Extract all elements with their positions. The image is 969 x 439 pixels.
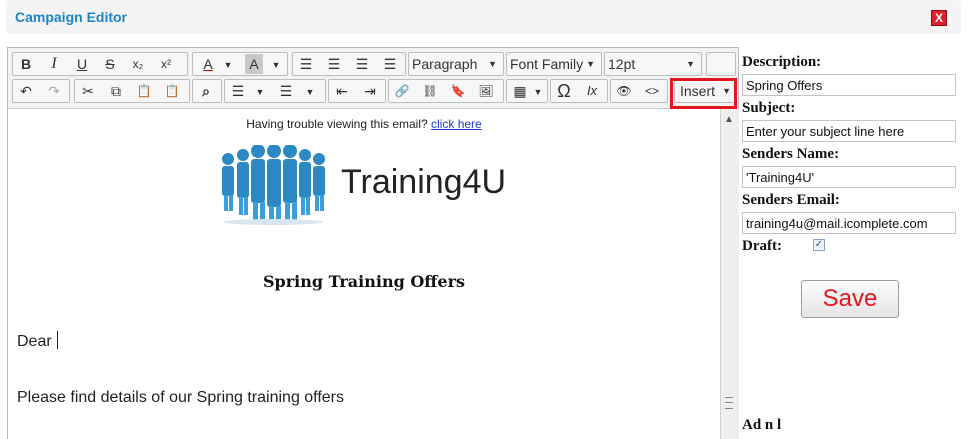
email-headline: Spring Training Offers	[262, 272, 466, 291]
undo-icon[interactable]: ↶	[15, 81, 37, 101]
greeting-line: Dear	[17, 331, 58, 351]
table-caret-icon[interactable]: ▼	[527, 81, 549, 101]
redo-icon[interactable]: ↷	[43, 81, 65, 101]
history-group: ↶ ↷	[12, 79, 70, 103]
scroll-up-icon[interactable]: ▲	[724, 114, 734, 125]
indent-group: ⇤ ⇥	[328, 79, 386, 103]
sender-name-field[interactable]	[742, 166, 956, 188]
subject-field[interactable]	[742, 120, 956, 142]
find-replace-icon[interactable]: ⌕	[195, 81, 217, 101]
strikethrough-button[interactable]: S	[99, 54, 121, 74]
trouble-text: Having trouble viewing this email?	[246, 117, 428, 131]
greeting-text: Dear	[17, 333, 52, 350]
image-icon[interactable]: 🖼	[475, 81, 497, 101]
paste-text-icon[interactable]: 📋	[161, 81, 183, 101]
link-media-group: 🔗 ⛓ 🔖 🖼	[388, 79, 504, 103]
click-here-link[interactable]: click here	[431, 117, 482, 131]
subject-label: Subject:	[742, 100, 796, 116]
editor-scrollbar[interactable]: ▲	[720, 109, 739, 439]
source-code-icon[interactable]: <>	[641, 81, 663, 101]
scroll-grip[interactable]	[725, 397, 733, 409]
superscript-button[interactable]: x²	[155, 54, 177, 74]
bullet-list-icon[interactable]: ☰	[227, 81, 249, 101]
link-icon[interactable]: 🔗	[391, 81, 413, 101]
subscript-button[interactable]: x₂	[127, 54, 149, 74]
italic-button[interactable]: I	[43, 54, 65, 74]
numbered-list-caret-icon[interactable]: ▼	[299, 81, 321, 101]
window-title: Campaign Editor	[15, 9, 128, 25]
clipboard-group: ✂ ⧉ 📋 📋	[74, 79, 190, 103]
font-size-select[interactable]: 12pt ▼	[604, 52, 702, 76]
outdent-icon[interactable]: ⇤	[331, 81, 353, 101]
draft-label: Draft:	[742, 238, 782, 254]
bg-color-caret-icon[interactable]: ▼	[265, 54, 287, 74]
close-button[interactable]: X	[931, 10, 947, 26]
lists-group: ☰ ▼ ☰ ▼	[224, 79, 326, 103]
align-center-icon[interactable]: ☰	[323, 54, 345, 74]
chevron-down-icon: ▼	[488, 59, 497, 69]
numbered-list-icon[interactable]: ☰	[275, 81, 297, 101]
text-cursor	[56, 331, 58, 349]
cut-icon[interactable]: ✂	[77, 81, 99, 101]
chevron-down-icon: ▼	[586, 59, 595, 69]
anchor-icon[interactable]: 🔖	[447, 81, 469, 101]
toolbar-overflow	[706, 52, 736, 76]
text-color-button[interactable]: A	[197, 54, 219, 74]
description-field[interactable]	[742, 74, 956, 96]
editor-toolbar: B I U S x₂ x² A ▼ A ▼ ☰ ☰ ☰ ☰ Paragraph ▼	[8, 48, 738, 109]
align-left-icon[interactable]: ☰	[295, 54, 317, 74]
training4u-logo: Training4U	[213, 144, 513, 225]
align-justify-icon[interactable]: ☰	[379, 54, 401, 74]
special-group: Ω Ix	[550, 79, 608, 103]
clear-formatting-icon[interactable]: Ix	[581, 81, 603, 101]
insert-highlight-box	[670, 78, 737, 109]
copy-icon[interactable]: ⧉	[105, 81, 127, 101]
trouble-viewing-line: Having trouble viewing this email? click…	[8, 117, 720, 131]
text-style-group: B I U S x₂ x²	[12, 52, 188, 76]
special-character-icon[interactable]: Ω	[553, 81, 575, 101]
background-color-button[interactable]: A	[245, 54, 263, 74]
rich-text-editor: B I U S x₂ x² A ▼ A ▼ ☰ ☰ ☰ ☰ Paragraph ▼	[7, 47, 739, 439]
description-label: Description:	[742, 54, 822, 70]
underline-button[interactable]: U	[71, 54, 93, 74]
color-group: A ▼ A ▼	[192, 52, 288, 76]
text-color-caret-icon[interactable]: ▼	[217, 54, 239, 74]
sender-email-label: Senders Email:	[742, 192, 840, 208]
sender-name-label: Senders Name:	[742, 146, 840, 162]
format-select[interactable]: Paragraph ▼	[408, 52, 504, 76]
table-group: ▦ ▼	[506, 79, 548, 103]
font-size-value: 12pt	[608, 56, 636, 72]
bold-button[interactable]: B	[15, 54, 37, 74]
save-button[interactable]: Save	[801, 280, 899, 318]
format-select-value: Paragraph	[412, 56, 478, 72]
find-group: ⌕	[192, 79, 222, 103]
align-right-icon[interactable]: ☰	[351, 54, 373, 74]
title-bar: Campaign Editor X	[6, 0, 961, 34]
alignment-group: ☰ ☰ ☰ ☰	[292, 52, 406, 76]
editor-content[interactable]: Having trouble viewing this email? click…	[8, 109, 720, 439]
bullet-list-caret-icon[interactable]: ▼	[249, 81, 271, 101]
details-paragraph: Please find details of our Spring traini…	[17, 389, 345, 406]
logo-text: Training4U	[341, 163, 507, 201]
font-family-select[interactable]: Font Family ▼	[506, 52, 602, 76]
chevron-down-icon: ▼	[686, 59, 695, 69]
people-group-icon	[222, 144, 325, 225]
unlink-icon[interactable]: ⛓	[419, 81, 441, 101]
sender-email-field[interactable]	[742, 212, 956, 234]
preview-icon[interactable]: 👁	[613, 81, 635, 101]
paste-icon[interactable]: 📋	[133, 81, 155, 101]
view-group: 👁 <>	[610, 79, 668, 103]
font-family-value: Font Family	[510, 56, 584, 72]
indent-icon[interactable]: ⇥	[359, 81, 381, 101]
draft-checkbox[interactable]: ✓	[813, 239, 825, 251]
